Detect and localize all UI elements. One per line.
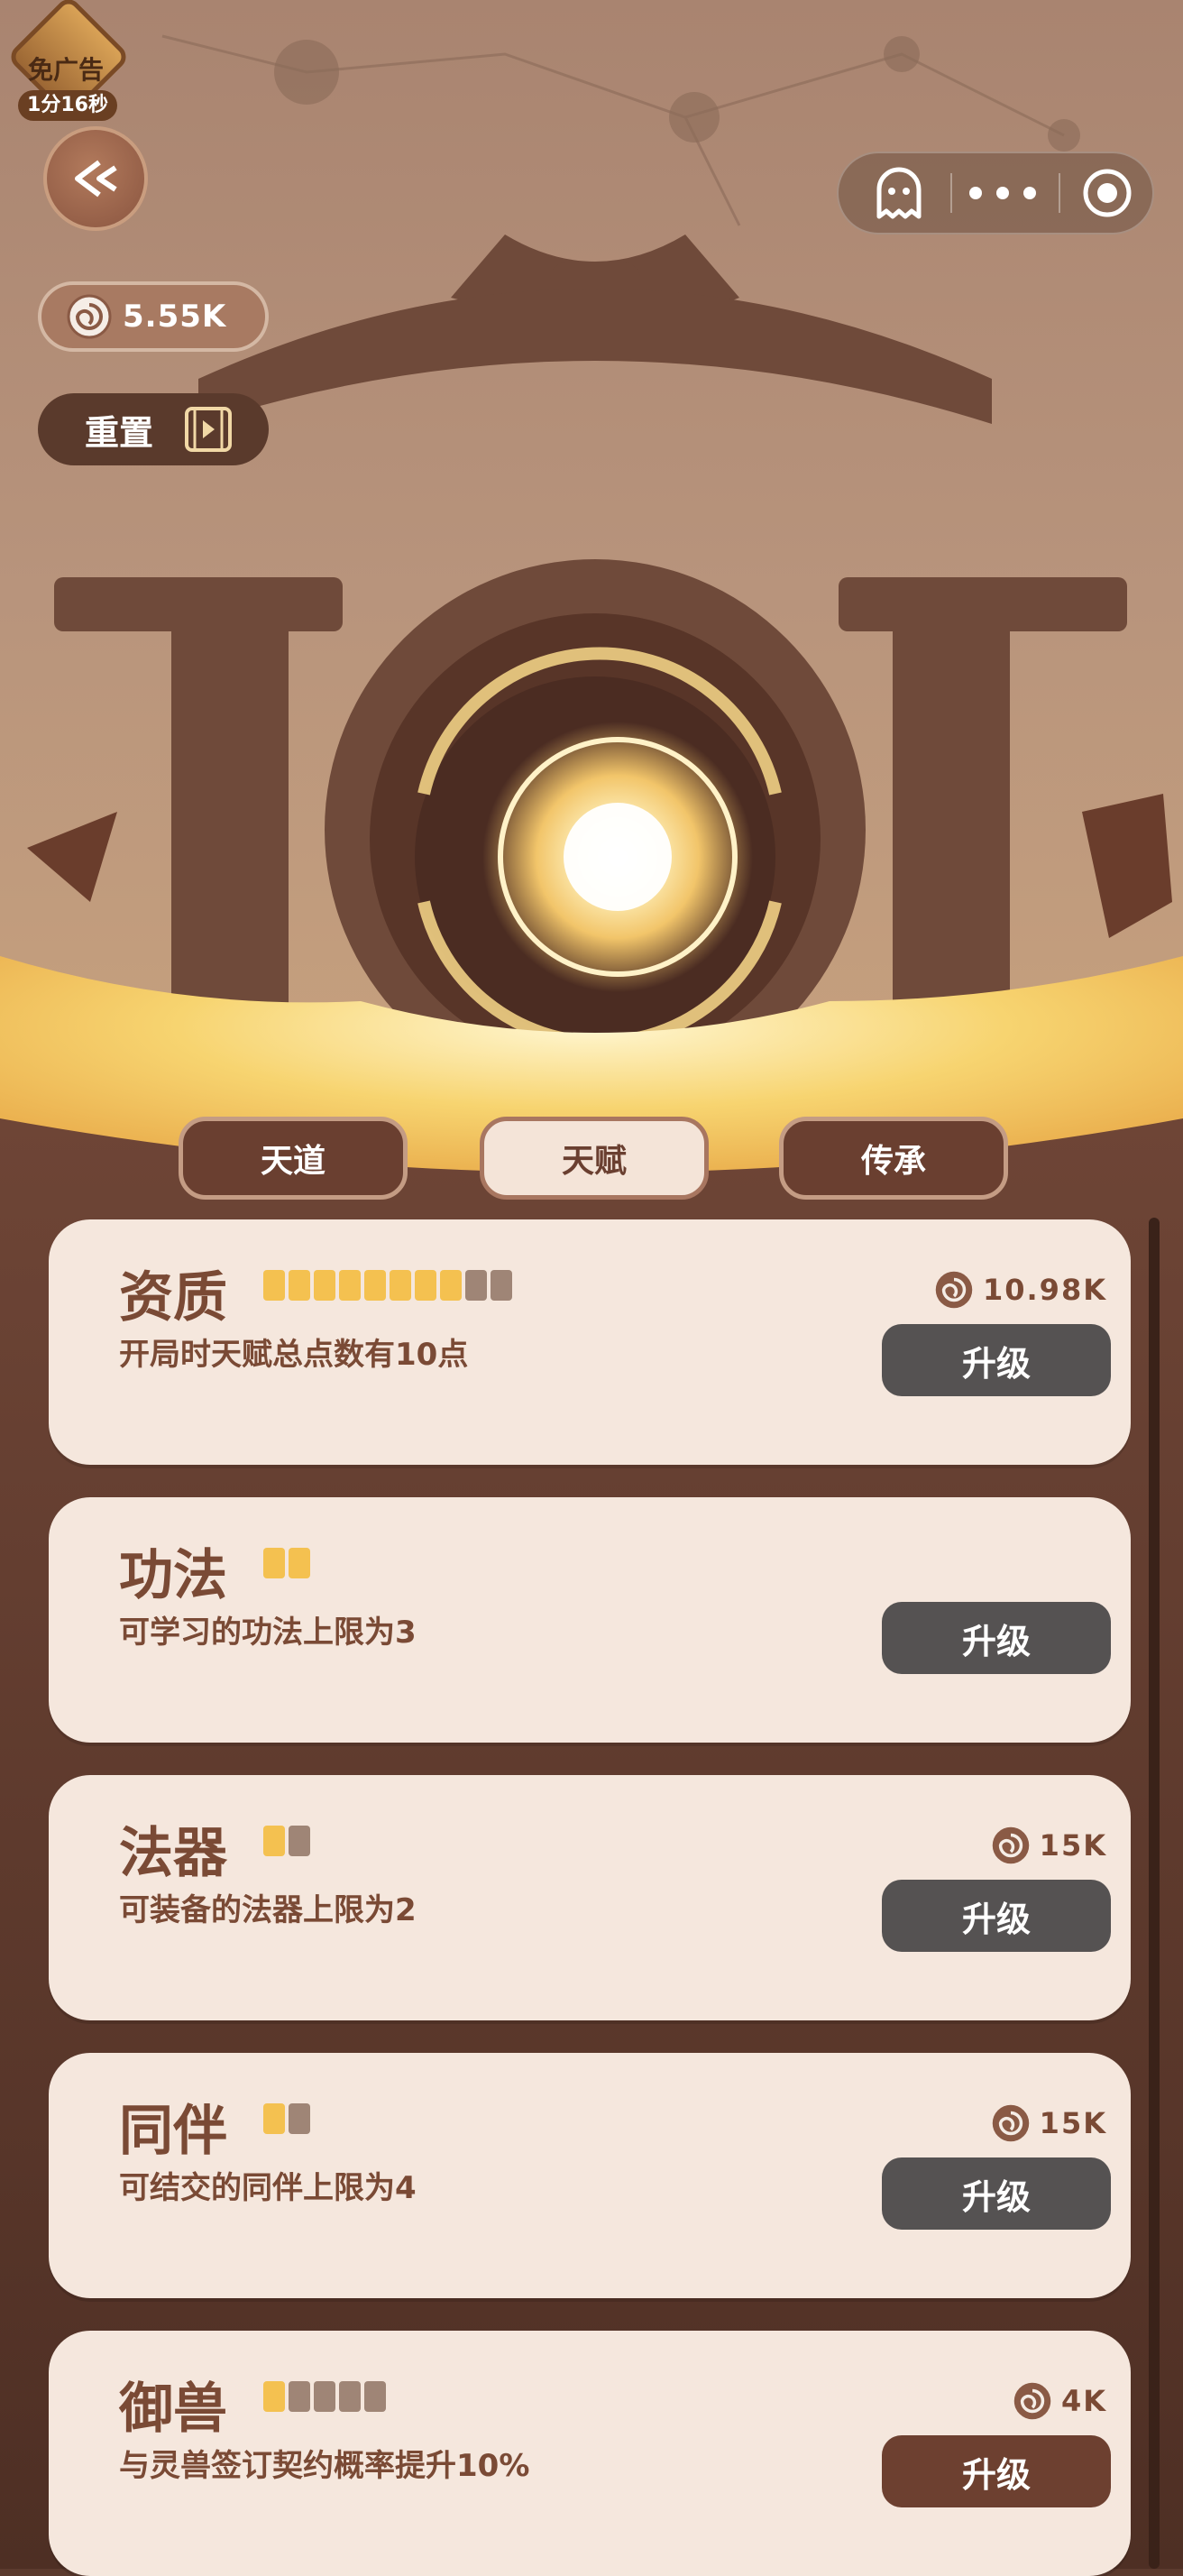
currency-value: 5.55K [123, 299, 227, 335]
level-pips [263, 1270, 512, 1301]
upgrade-button[interactable]: 升级 [882, 2157, 1111, 2230]
back-button[interactable] [43, 126, 148, 231]
close-miniprogram-button[interactable] [1066, 153, 1149, 233]
record-icon [1083, 169, 1132, 217]
spiral-coin-icon [1013, 2382, 1051, 2420]
level-pip-empty [364, 2381, 386, 2412]
cost-value: 10.98K [982, 1273, 1107, 1307]
upgrade-cost: 4K [1013, 2381, 1107, 2421]
level-pips [263, 2381, 386, 2412]
talent-title: 御兽 [119, 2378, 227, 2441]
level-pip-filled [314, 1270, 335, 1301]
talent-card: 法器 可装备的法器上限为2 15K 升级 [49, 1775, 1131, 2020]
upgrade-button[interactable]: 升级 [882, 1324, 1111, 1396]
level-pip-empty [339, 2381, 361, 2412]
level-pip-empty [314, 2381, 335, 2412]
talent-card: 功法 可学习的功法上限为3 升级 [49, 1497, 1131, 1743]
level-pips [263, 1826, 310, 1856]
level-pip-empty [289, 1826, 310, 1856]
talent-card: 御兽 与灵兽签订契约概率提升10% 4K 升级 [49, 2331, 1131, 2576]
reset-label: 重置 [85, 412, 154, 453]
more-icon [969, 187, 1036, 199]
cost-value: 15K [1039, 1828, 1107, 1863]
tab-tiandao[interactable]: 天道 [179, 1117, 408, 1200]
ad-free-label: 免广告 [27, 55, 104, 85]
spiral-coin-icon [992, 2104, 1029, 2142]
level-pip-filled [440, 1270, 462, 1301]
talent-card: 同伴 可结交的同伴上限为4 15K 升级 [49, 2053, 1131, 2298]
tab-tianfu[interactable]: 天赋 [480, 1117, 709, 1200]
talent-description: 开局时天赋总点数有10点 [119, 1337, 469, 1373]
spiral-coin-icon [935, 1271, 973, 1309]
talent-description: 可学习的功法上限为3 [119, 1615, 417, 1651]
level-pips [263, 1548, 310, 1578]
upgrade-button[interactable]: 升级 [882, 1880, 1111, 1952]
talent-card: 资质 开局时天赋总点数有10点 10.98K 升级 [49, 1219, 1131, 1465]
upgrade-button[interactable]: 升级 [882, 2435, 1111, 2507]
talent-description: 与灵兽签订契约概率提升10% [119, 2448, 530, 2484]
video-icon [185, 407, 233, 452]
ghost-icon [876, 167, 922, 219]
tab-chuancheng[interactable]: 传承 [779, 1117, 1008, 1200]
ghost-button[interactable] [858, 153, 940, 233]
ad-free-badge[interactable]: 免广告 1分16秒 [5, 0, 132, 121]
level-pip-filled [263, 1270, 285, 1301]
cost-value: 4K [1060, 2384, 1107, 2418]
upgrade-cost: 15K [991, 2103, 1107, 2143]
talent-title: 功法 [119, 1544, 227, 1607]
more-button[interactable] [958, 153, 1048, 233]
level-pip-filled [263, 1548, 285, 1578]
level-pip-filled [415, 1270, 436, 1301]
level-pip-filled [289, 1548, 310, 1578]
spiral-coin-icon [992, 1826, 1029, 1864]
level-pip-filled [364, 1270, 386, 1301]
talent-title: 法器 [119, 1822, 227, 1885]
level-pip-filled [263, 2381, 285, 2412]
level-pip-filled [263, 1826, 285, 1856]
reset-button[interactable]: 重置 [38, 393, 269, 465]
spiral-coin-icon [67, 294, 112, 339]
currency-display: 5.55K [38, 281, 269, 352]
menu-capsule [837, 152, 1154, 235]
talent-title: 资质 [119, 1266, 227, 1329]
upgrade-button[interactable]: 升级 [882, 1602, 1111, 1674]
level-pip-filled [289, 1270, 310, 1301]
level-pip-empty [491, 1270, 512, 1301]
talent-title: 同伴 [119, 2100, 227, 2163]
level-pip-filled [390, 1270, 411, 1301]
upgrade-cost: 10.98K [934, 1270, 1107, 1310]
level-pip-empty [289, 2381, 310, 2412]
level-pip-filled [263, 2103, 285, 2134]
talent-description: 可结交的同伴上限为4 [119, 2170, 417, 2206]
level-pips [263, 2103, 310, 2134]
back-arrow-icon [75, 160, 117, 198]
cost-value: 15K [1039, 2106, 1107, 2140]
upgrade-cost: 15K [991, 1826, 1107, 1865]
level-pip-empty [289, 2103, 310, 2134]
level-pip-empty [465, 1270, 487, 1301]
talent-description: 可装备的法器上限为2 [119, 1892, 417, 1928]
ad-free-timer: 1分16秒 [18, 90, 117, 121]
list-scrollbar[interactable] [1149, 1218, 1160, 2569]
level-pip-filled [339, 1270, 361, 1301]
